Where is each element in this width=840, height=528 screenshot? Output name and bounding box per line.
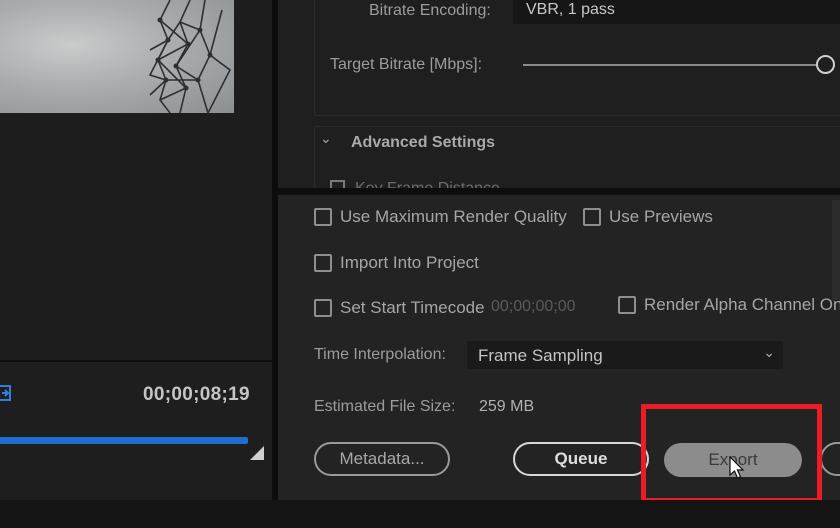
import-into-project-option[interactable]: Import Into Project — [314, 253, 479, 273]
time-interpolation-value: Frame Sampling — [478, 346, 603, 365]
chevron-down-icon[interactable]: ⌄ — [320, 130, 332, 147]
use-previews-label: Use Previews — [609, 207, 713, 226]
chevron-down-icon: ⌄ — [763, 344, 775, 360]
target-bitrate-slider[interactable] — [523, 64, 819, 66]
set-start-timecode-option[interactable]: Set Start Timecode — [314, 298, 485, 318]
key-frame-distance-option[interactable]: Key Frame Distance — [330, 180, 500, 188]
preview-panel: 00;00;08;19 — [0, 0, 272, 528]
bitrate-encoding-select[interactable]: VBR, 1 pass — [513, 0, 840, 24]
key-frame-distance-checkbox[interactable] — [330, 180, 345, 188]
source-range-bar[interactable] — [0, 437, 248, 444]
render-alpha-channel-option[interactable]: Render Alpha Channel Onl — [618, 295, 840, 315]
estimated-file-size-value: 259 MB — [479, 398, 535, 415]
source-monitor-icon[interactable] — [0, 384, 14, 404]
import-into-project-checkbox[interactable] — [314, 254, 332, 272]
render-alpha-channel-checkbox[interactable] — [618, 296, 636, 314]
status-bar — [0, 500, 840, 528]
estimated-file-size-label: Estimated File Size: — [314, 398, 456, 415]
time-interpolation-select[interactable]: Frame Sampling ⌄ — [467, 341, 783, 369]
current-timecode[interactable]: 00;00;08;19 — [143, 384, 250, 406]
out-point-marker[interactable] — [250, 446, 264, 460]
mouse-pointer-icon — [729, 455, 745, 485]
use-previews-option[interactable]: Use Previews — [583, 207, 713, 227]
target-bitrate-label: Target Bitrate [Mbps]: — [330, 56, 483, 73]
time-interpolation-label: Time Interpolation: — [314, 346, 446, 363]
start-timecode-field[interactable]: 00;00;00;00 — [491, 298, 576, 316]
metadata-button[interactable]: Metadata... — [314, 442, 450, 476]
bitrate-encoding-label: Bitrate Encoding: — [369, 2, 491, 19]
queue-button[interactable]: Queue — [513, 442, 649, 476]
import-into-project-label: Import Into Project — [340, 253, 479, 272]
max-render-quality-checkbox[interactable] — [314, 208, 332, 226]
panel-splitter[interactable] — [278, 188, 840, 195]
key-frame-distance-label: Key Frame Distance — [355, 180, 500, 188]
set-start-timecode-label: Set Start Timecode — [340, 298, 485, 317]
scrollbar[interactable] — [832, 200, 840, 300]
advanced-settings-title[interactable]: Advanced Settings — [351, 134, 495, 152]
video-preview-thumbnail — [0, 0, 234, 113]
use-previews-checkbox[interactable] — [583, 208, 601, 226]
max-render-quality-option[interactable]: Use Maximum Render Quality — [314, 207, 567, 227]
set-start-timecode-checkbox[interactable] — [314, 299, 332, 317]
target-bitrate-slider-handle[interactable] — [816, 55, 835, 74]
max-render-quality-label: Use Maximum Render Quality — [340, 207, 567, 226]
export-highlight-box — [641, 404, 822, 503]
render-alpha-channel-label: Render Alpha Channel Onl — [644, 295, 840, 314]
